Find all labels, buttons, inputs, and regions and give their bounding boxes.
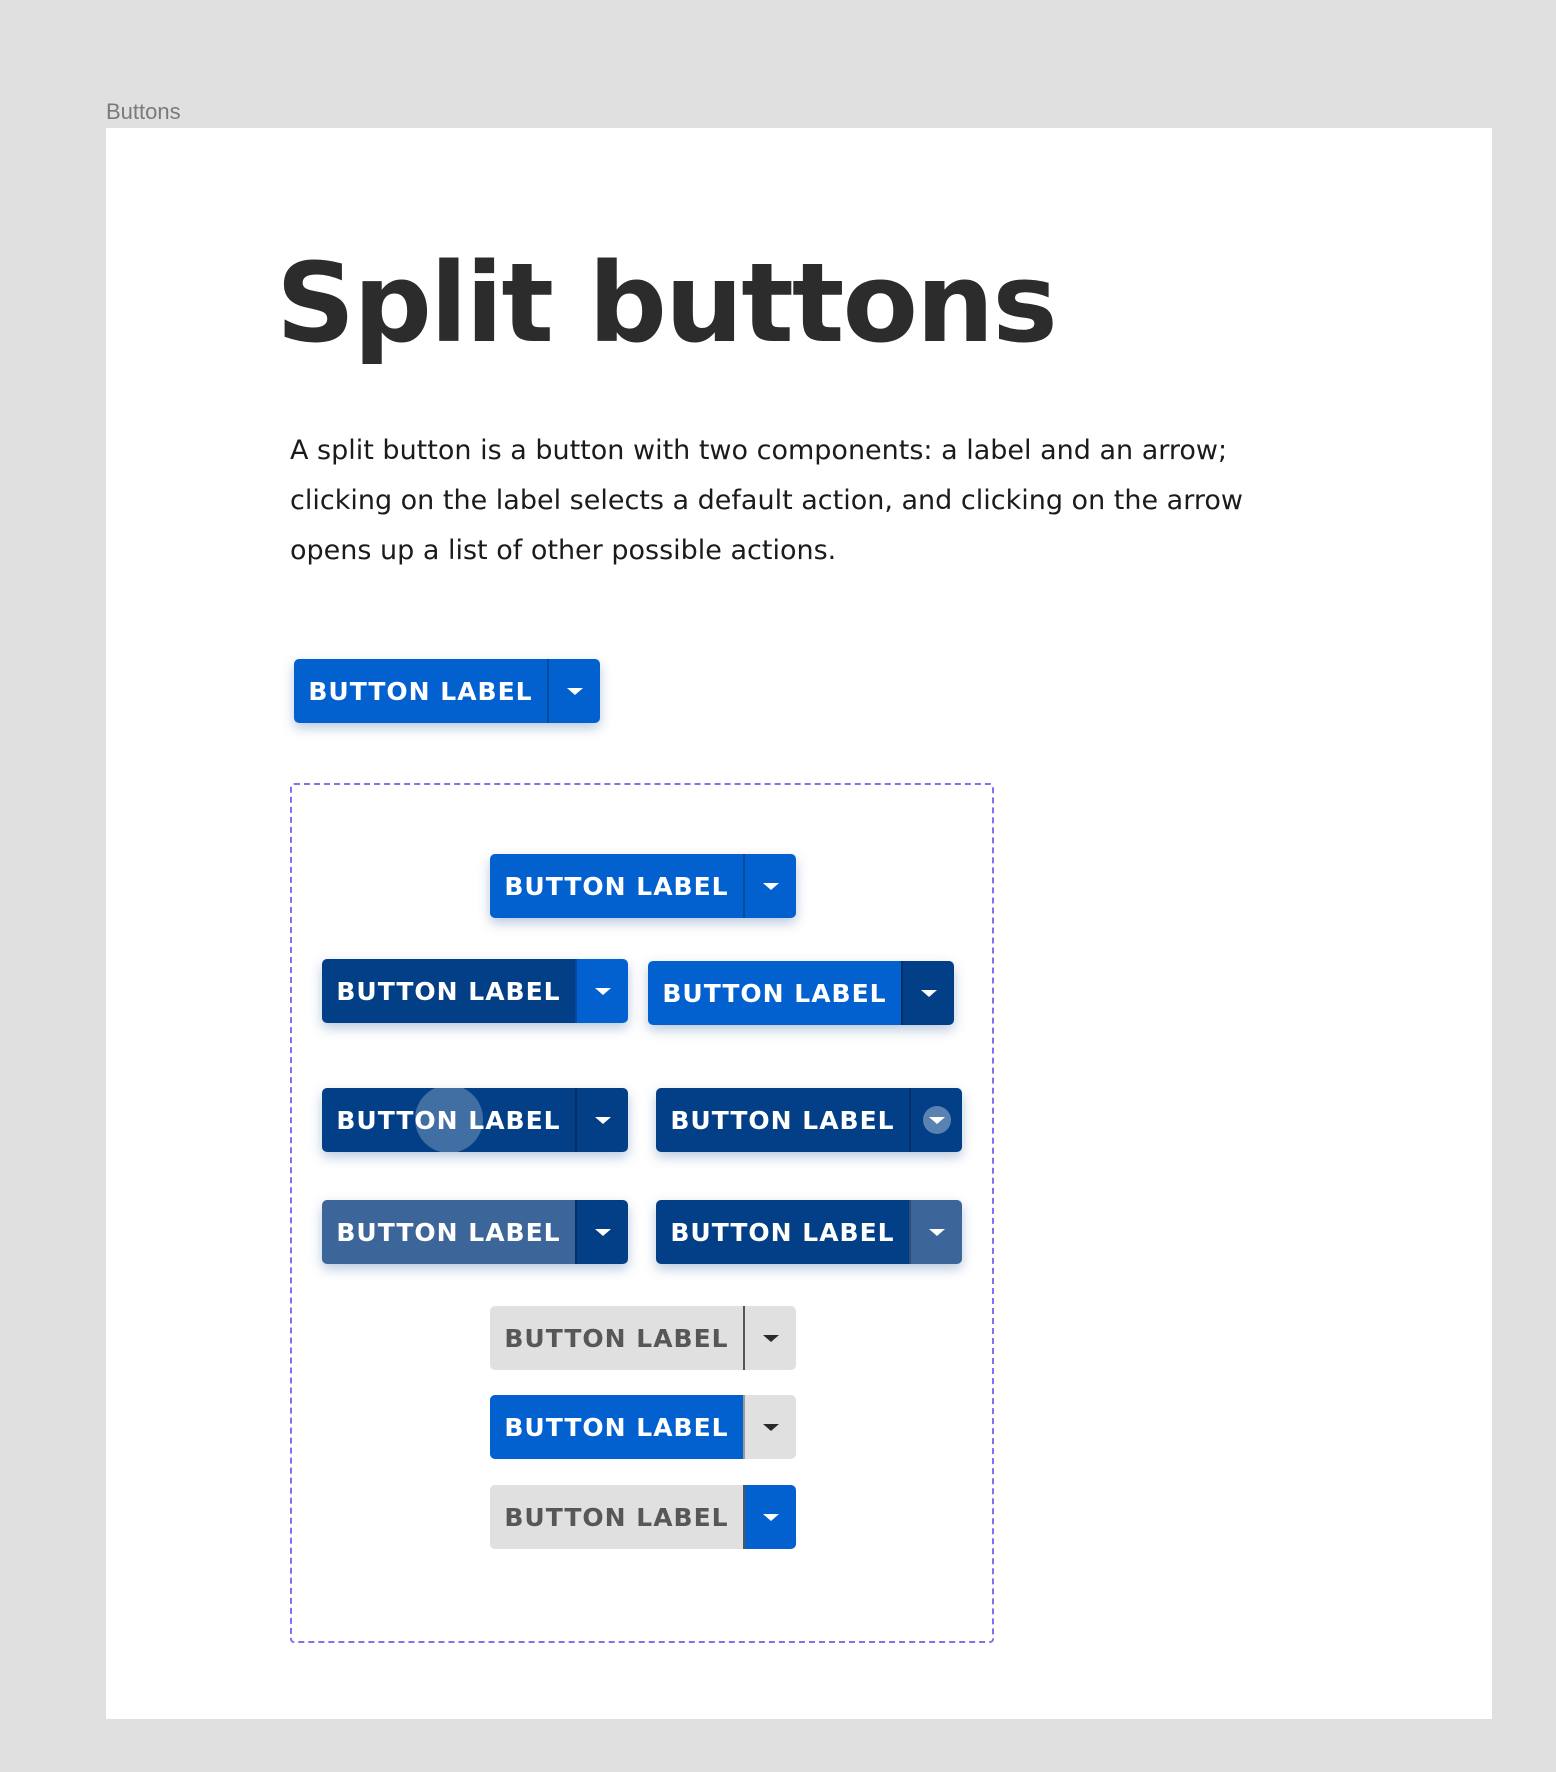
split-button-label[interactable]: BUTTON LABEL (490, 1306, 743, 1370)
split-button-label[interactable]: BUTTON LABEL (490, 1395, 743, 1459)
split-button-hover-arrow: BUTTON LABEL (648, 961, 954, 1025)
split-button-arrow[interactable] (901, 961, 954, 1025)
split-button-focused-arrow: BUTTON LABEL (656, 1088, 962, 1152)
chevron-down-icon (594, 987, 611, 995)
split-button-arrow[interactable] (743, 1395, 796, 1459)
split-button-default: BUTTON LABEL (294, 659, 600, 723)
split-button-arrow[interactable] (743, 1485, 796, 1549)
split-button-active-arrow: BUTTON LABEL (656, 1200, 962, 1264)
split-button-hover-label: BUTTON LABEL (322, 959, 628, 1023)
split-button-arrow[interactable] (575, 959, 628, 1023)
design-canvas: Split buttons A split button is a button… (106, 128, 1492, 1719)
split-button-label-disabled: BUTTON LABEL (490, 1485, 796, 1549)
chevron-down-icon (762, 1513, 779, 1521)
split-button-pressed-label: BUTTON LABEL (322, 1088, 628, 1152)
split-button-label[interactable]: BUTTON LABEL (656, 1088, 909, 1152)
split-button-label[interactable]: BUTTON LABEL (322, 959, 575, 1023)
split-button-arrow-disabled: BUTTON LABEL (490, 1395, 796, 1459)
split-button-label[interactable]: BUTTON LABEL (648, 961, 901, 1025)
split-button-arrow[interactable] (909, 1088, 962, 1152)
split-button-label[interactable]: BUTTON LABEL (656, 1200, 909, 1264)
split-button-arrow[interactable] (743, 854, 796, 918)
split-button-variants: BUTTON LABEL BUTTON LABEL BUTTON LABEL B… (290, 783, 994, 1643)
split-button-label[interactable]: BUTTON LABEL (294, 659, 547, 723)
split-button-label[interactable]: BUTTON LABEL (490, 1485, 743, 1549)
split-button-label-text: BUTTON LABEL (336, 1105, 561, 1135)
chevron-down-icon (762, 1334, 779, 1342)
split-button-enabled: BUTTON LABEL (490, 854, 796, 918)
split-button-disabled: BUTTON LABEL (490, 1306, 796, 1370)
chevron-down-icon (594, 1116, 611, 1124)
chevron-down-icon (928, 1228, 945, 1236)
split-button-arrow[interactable] (575, 1200, 628, 1264)
chevron-down-icon (920, 989, 937, 997)
frame-label: Buttons (106, 99, 181, 124)
page-title: Split buttons (276, 239, 1058, 367)
split-button-arrow[interactable] (743, 1306, 796, 1370)
chevron-down-icon (928, 1116, 945, 1124)
split-button-label[interactable]: BUTTON LABEL (322, 1200, 575, 1264)
split-button-label[interactable]: BUTTON LABEL (490, 854, 743, 918)
split-button-arrow[interactable] (909, 1200, 962, 1264)
chevron-down-icon (594, 1228, 611, 1236)
arrow-focus-ring (922, 1106, 951, 1134)
split-button-label[interactable]: BUTTON LABEL (322, 1088, 575, 1152)
page-description: A split button is a button with two comp… (290, 435, 1243, 566)
chevron-down-icon (762, 1423, 779, 1431)
split-button-arrow[interactable] (575, 1088, 628, 1152)
chevron-down-icon (762, 882, 779, 890)
chevron-down-icon (566, 687, 583, 695)
split-button-active-label: BUTTON LABEL (322, 1200, 628, 1264)
split-button-arrow[interactable] (547, 659, 600, 723)
